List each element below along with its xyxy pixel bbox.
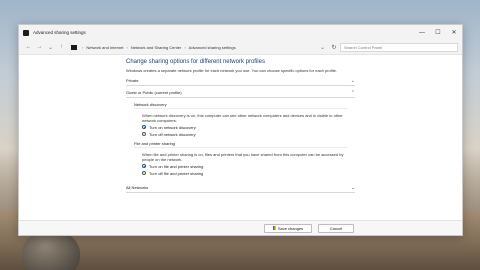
section-all-label: All Networks xyxy=(126,185,149,190)
page-title: Change sharing options for different net… xyxy=(126,59,265,65)
forward-button[interactable]: → xyxy=(34,44,45,50)
section-private[interactable]: Private ⌄ xyxy=(126,77,355,86)
radio-unselected[interactable] xyxy=(142,132,146,136)
network-discovery-text: When network discovery is on, this compu… xyxy=(142,112,343,123)
desktop-rock xyxy=(22,230,80,270)
radio-unselected[interactable] xyxy=(142,171,146,175)
chevron-up-icon: ⌃ xyxy=(350,89,355,96)
save-label: Save changes xyxy=(277,225,304,231)
breadcrumb-separator: › xyxy=(82,44,84,50)
breadcrumb-network-internet[interactable]: Network and Internet xyxy=(86,45,123,50)
breadcrumb-separator: › xyxy=(126,44,128,50)
breadcrumb-sharing-center[interactable]: Network and Sharing Center xyxy=(131,45,181,50)
search-input[interactable] xyxy=(344,44,454,50)
option-label: Turn off network discovery xyxy=(149,131,196,137)
radio-selected[interactable] xyxy=(142,164,146,168)
page-description: Windows creates a separate network profi… xyxy=(126,68,338,73)
option-label: Turn on file and printer sharing xyxy=(149,163,204,169)
section-guest-public[interactable]: Guest or Public (current profile) ⌃ xyxy=(126,89,355,98)
breadcrumb[interactable]: › Network and Internet › Network and Sha… xyxy=(71,43,317,52)
turn-on-sharing-option[interactable]: Turn on file and printer sharing xyxy=(142,164,355,169)
save-changes-button[interactable]: Save changes xyxy=(264,223,312,233)
breadcrumb-advanced-sharing[interactable]: Advanced sharing settings xyxy=(189,45,236,50)
turn-off-discovery-option[interactable]: Turn off network discovery xyxy=(142,132,355,137)
close-button[interactable]: ✕ xyxy=(446,25,462,40)
file-sharing-header: File and printer sharing xyxy=(134,141,348,148)
chevron-down-icon: ⌄ xyxy=(350,77,355,84)
section-guest-label: Guest or Public (current profile) xyxy=(126,90,182,95)
back-button[interactable]: ← xyxy=(23,44,34,50)
title-bar: Advanced sharing settings — ☐ ✕ xyxy=(19,25,462,40)
advanced-sharing-window: Advanced sharing settings — ☐ ✕ ← → ⌄ ↑ … xyxy=(18,24,463,236)
option-label: Turn on network discovery xyxy=(149,124,196,130)
shield-icon xyxy=(272,226,276,230)
location-icon xyxy=(71,44,77,50)
refresh-button[interactable]: ↻ xyxy=(328,44,340,51)
section-private-label: Private xyxy=(126,78,139,83)
minimize-button[interactable]: — xyxy=(414,25,430,40)
up-button[interactable]: ↑ xyxy=(56,44,67,50)
address-bar: ← → ⌄ ↑ › Network and Internet › Network… xyxy=(19,40,462,55)
footer-bar: Save changes Cancel xyxy=(19,220,462,235)
section-all-networks[interactable]: All Networks ⌄ xyxy=(126,184,355,193)
window-title: Advanced sharing settings xyxy=(33,30,86,35)
recent-locations-button[interactable]: ⌄ xyxy=(45,44,56,51)
option-label: Turn off file and printer sharing xyxy=(149,170,204,176)
search-box[interactable] xyxy=(340,42,458,52)
turn-on-discovery-option[interactable]: Turn on network discovery xyxy=(142,125,355,130)
chevron-down-icon: ⌄ xyxy=(350,184,355,191)
address-dropdown-button[interactable]: ⌄ xyxy=(317,44,328,51)
main-content: Change sharing options for different net… xyxy=(19,55,462,235)
file-sharing-text: When file and printer sharing is on, fil… xyxy=(142,151,344,162)
cancel-button[interactable]: Cancel xyxy=(318,223,354,233)
radio-selected[interactable] xyxy=(142,125,146,129)
maximize-button[interactable]: ☐ xyxy=(430,25,446,40)
breadcrumb-separator: › xyxy=(184,44,186,50)
control-panel-icon xyxy=(23,29,29,36)
network-discovery-header: Network discovery xyxy=(134,102,348,109)
turn-off-sharing-option[interactable]: Turn off file and printer sharing xyxy=(142,171,355,176)
